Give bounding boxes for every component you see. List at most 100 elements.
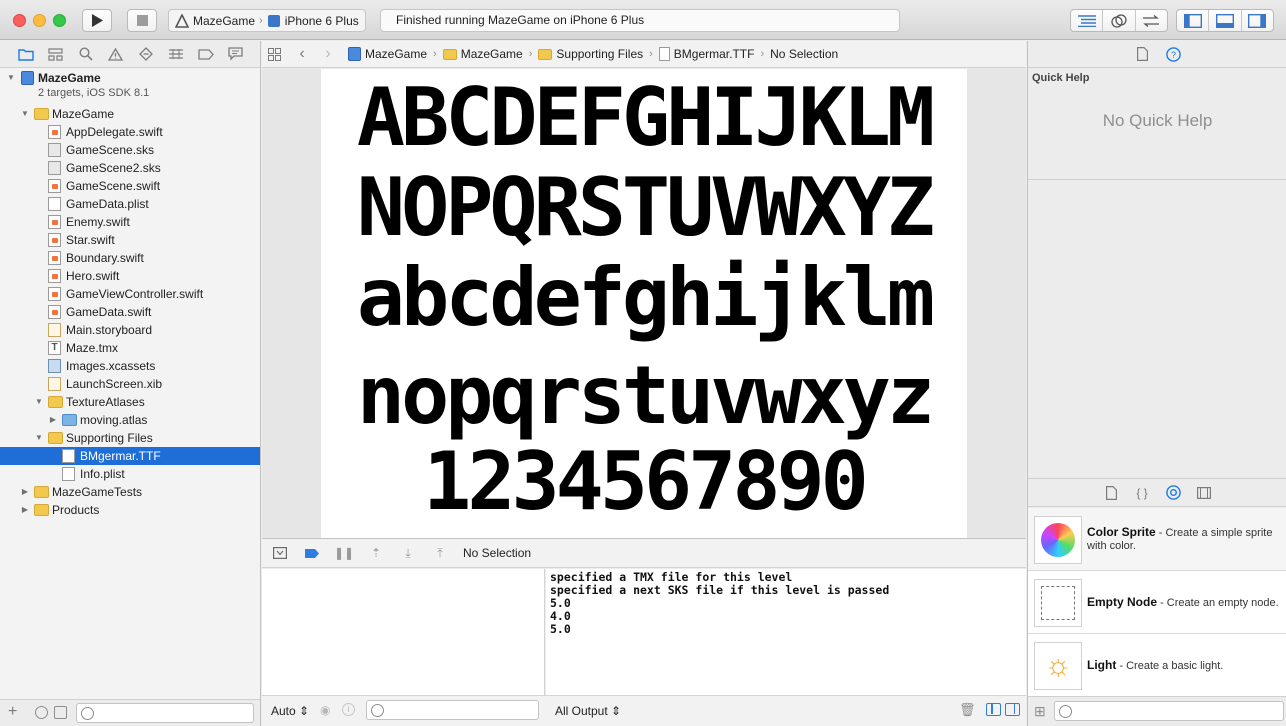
- disclosure-right-icon[interactable]: ▶: [20, 501, 30, 519]
- library-item-text: Empty Node - Create an empty node.: [1087, 571, 1282, 634]
- navigator-row[interactable]: Star.swift: [0, 231, 260, 249]
- console-output[interactable]: specified a TMX file for this level speci…: [546, 569, 1026, 695]
- zoom-window-button[interactable]: [53, 14, 66, 27]
- library-filter-field[interactable]: [1054, 701, 1284, 721]
- navigator-row[interactable]: BMgermar.TTF: [0, 447, 260, 465]
- toggle-navigator-button[interactable]: [1177, 10, 1210, 31]
- navigator-row[interactable]: GameScene.swift: [0, 177, 260, 195]
- step-out-button[interactable]: ⤒: [431, 545, 449, 561]
- disclosure-right-icon[interactable]: ▶: [48, 411, 58, 429]
- toggle-debug-area-button[interactable]: [1209, 10, 1242, 31]
- project-row[interactable]: ▼ MazeGame 2 targets, iOS SDK 8.1: [0, 69, 260, 105]
- navigator-row[interactable]: ▶ Products: [0, 501, 260, 519]
- library-item-light[interactable]: ☼ Light - Create a basic light.: [1028, 634, 1286, 697]
- object-library-tab[interactable]: [1165, 484, 1182, 501]
- library-item-color-sprite[interactable]: Color Sprite - Create a simple sprite wi…: [1028, 508, 1286, 571]
- variables-scope-selector[interactable]: Auto ⇕: [271, 704, 309, 718]
- add-icon[interactable]: +: [8, 703, 17, 721]
- navigator-row[interactable]: Main.storyboard: [0, 321, 260, 339]
- step-over-icon: ⇡: [370, 546, 382, 560]
- disclosure-down-icon[interactable]: ▼: [34, 393, 44, 411]
- library-item-empty-node[interactable]: Empty Node - Create an empty node.: [1028, 571, 1286, 634]
- project-navigator-tab[interactable]: [16, 45, 35, 64]
- hide-debug-area-button[interactable]: [271, 545, 289, 561]
- file-inspector-tab[interactable]: [1134, 46, 1151, 63]
- symbol-navigator-tab[interactable]: [46, 45, 65, 64]
- crumb-project[interactable]: MazeGame: [348, 47, 427, 61]
- trash-icon[interactable]: 🗑: [959, 702, 976, 718]
- recent-files-icon[interactable]: [35, 706, 48, 719]
- find-navigator-tab[interactable]: [76, 45, 95, 64]
- navigator-row[interactable]: GameData.plist: [0, 195, 260, 213]
- grid-view-icon[interactable]: ⊞: [1034, 703, 1046, 720]
- navigator-row[interactable]: AppDelegate.swift: [0, 123, 260, 141]
- font-preview-lowercase-1: abcdefghijklm: [356, 251, 935, 344]
- standard-editor-button[interactable]: [1071, 10, 1104, 31]
- navigator-row[interactable]: GameViewController.swift: [0, 285, 260, 303]
- crumb-supporting-files[interactable]: Supporting Files: [538, 47, 643, 61]
- show-variables-icon[interactable]: [986, 703, 1001, 716]
- navigator-row[interactable]: Images.xcassets: [0, 357, 260, 375]
- version-editor-button[interactable]: [1136, 10, 1167, 31]
- breakpoints-toggle-button[interactable]: [303, 545, 321, 561]
- navigator-row[interactable]: ▼ TextureAtlases: [0, 393, 260, 411]
- navigator-row[interactable]: T Maze.tmx: [0, 339, 260, 357]
- code-snippet-library-tab[interactable]: { }: [1134, 484, 1151, 501]
- activity-status: Finished running MazeGame on iPhone 6 Pl…: [396, 13, 645, 27]
- swift-file-icon: [48, 269, 61, 283]
- variables-filter-field[interactable]: [366, 700, 539, 720]
- navigator-row[interactable]: Enemy.swift: [0, 213, 260, 231]
- step-over-button[interactable]: ⇡: [367, 545, 385, 561]
- navigator-row[interactable]: GameData.swift: [0, 303, 260, 321]
- console-output-selector[interactable]: All Output ⇕: [555, 704, 621, 718]
- navigator-row[interactable]: Boundary.swift: [0, 249, 260, 267]
- toggle-utilities-button[interactable]: [1242, 10, 1273, 31]
- scm-filter-icon[interactable]: [54, 706, 67, 719]
- font-preview-uppercase-2: NOPQRSTUVWXYZ: [356, 161, 935, 254]
- crumb-selection[interactable]: No Selection: [770, 47, 838, 61]
- breakpoint-navigator-tab[interactable]: [196, 45, 215, 64]
- report-navigator-tab[interactable]: [226, 45, 245, 64]
- navigator-row[interactable]: GameScene2.sks: [0, 159, 260, 177]
- step-into-button[interactable]: ⤓: [399, 545, 417, 561]
- navigator-row-label: Enemy.swift: [66, 215, 130, 229]
- navigator-row[interactable]: ▼ Supporting Files: [0, 429, 260, 447]
- close-window-button[interactable]: [13, 14, 26, 27]
- file-template-library-tab[interactable]: [1103, 484, 1120, 501]
- variables-view: [262, 569, 545, 695]
- disclosure-right-icon[interactable]: ▶: [20, 483, 30, 501]
- related-items-icon[interactable]: [266, 46, 282, 62]
- assistant-editor-button[interactable]: [1103, 10, 1136, 31]
- media-library-tab[interactable]: [1196, 484, 1213, 501]
- project-navigator: ▼ MazeGame 2 targets, iOS SDK 8.1 ▼ MazeG…: [0, 41, 261, 726]
- navigator-row[interactable]: LaunchScreen.xib: [0, 375, 260, 393]
- scheme-selector[interactable]: MazeGame › iPhone 6 Plus: [168, 9, 366, 32]
- show-console-icon[interactable]: [1005, 703, 1020, 716]
- quick-help-tab[interactable]: ?: [1165, 46, 1182, 63]
- navigator-filter-field[interactable]: [76, 703, 254, 723]
- crumb-file[interactable]: BMgermar.TTF: [658, 47, 754, 61]
- back-button[interactable]: ‹: [294, 45, 310, 62]
- forward-button[interactable]: ›: [320, 45, 336, 62]
- navigator-row[interactable]: Hero.swift: [0, 267, 260, 285]
- pause-button[interactable]: ❚❚: [334, 545, 354, 561]
- debug-navigator-tab[interactable]: [166, 45, 185, 64]
- breakpoint-icon: [197, 48, 214, 60]
- navigator-row[interactable]: ▶ MazeGameTests: [0, 483, 260, 501]
- navigator-row[interactable]: ▶ moving.atlas: [0, 411, 260, 429]
- eye-icon[interactable]: ◉: [320, 703, 330, 717]
- run-button[interactable]: [82, 9, 112, 32]
- test-navigator-tab[interactable]: [136, 45, 155, 64]
- info-icon[interactable]: i: [342, 703, 355, 716]
- minimize-window-button[interactable]: [33, 14, 46, 27]
- disclosure-down-icon[interactable]: ▼: [20, 105, 30, 123]
- navigator-row[interactable]: ▼ MazeGame: [0, 105, 260, 123]
- navigator-row[interactable]: GameScene.sks: [0, 141, 260, 159]
- navigator-row[interactable]: Info.plist: [0, 465, 260, 483]
- disclosure-down-icon[interactable]: ▼: [34, 429, 44, 447]
- crumb-group[interactable]: MazeGame: [442, 47, 523, 61]
- library-item-name: Empty Node: [1087, 594, 1158, 609]
- issue-navigator-tab[interactable]: [106, 45, 125, 64]
- disclosure-down-icon[interactable]: ▼: [6, 69, 16, 87]
- stop-button[interactable]: [127, 9, 157, 32]
